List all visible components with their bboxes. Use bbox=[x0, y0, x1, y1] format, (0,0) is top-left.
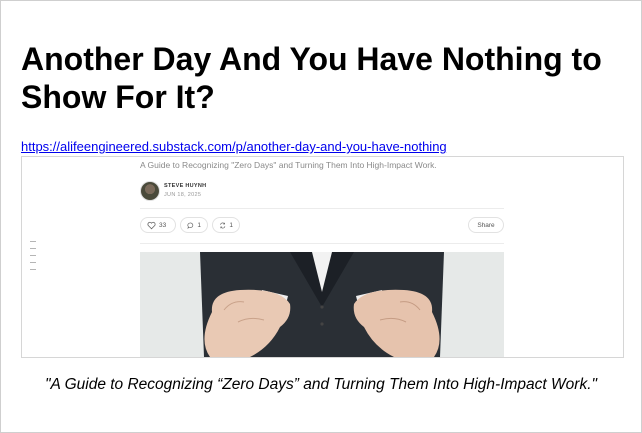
hero-image bbox=[140, 252, 504, 357]
post-caption: "A Guide to Recognizing “Zero Days” and … bbox=[45, 376, 597, 393]
like-button[interactable]: 33 bbox=[140, 217, 176, 233]
comment-bubble-icon bbox=[187, 222, 194, 229]
comment-count: 1 bbox=[197, 221, 201, 229]
restack-button[interactable]: 1 bbox=[212, 217, 240, 233]
article-preview[interactable]: A Guide to Recognizing "Zero Days" and T… bbox=[21, 156, 624, 358]
like-count: 33 bbox=[159, 221, 167, 229]
article-link[interactable]: https://alifeengineered.substack.com/p/a… bbox=[21, 139, 447, 154]
post-date: JUN 18, 2025 bbox=[164, 192, 202, 198]
author-avatar[interactable] bbox=[140, 181, 160, 201]
page-title: Another Day And You Have Nothing to Show… bbox=[21, 41, 602, 115]
preview-subtitle: A Guide to Recognizing "Zero Days" and T… bbox=[140, 160, 437, 170]
heart-icon bbox=[147, 221, 156, 229]
restack-arrows-icon bbox=[220, 222, 226, 228]
table-of-contents-icon[interactable] bbox=[30, 241, 36, 276]
restack-count: 1 bbox=[229, 221, 233, 229]
divider bbox=[140, 243, 504, 244]
share-button[interactable]: Share bbox=[468, 217, 504, 233]
divider bbox=[140, 208, 504, 209]
author-name[interactable]: STEVE HUYNH bbox=[164, 183, 206, 189]
comment-button[interactable]: 1 bbox=[180, 217, 208, 233]
